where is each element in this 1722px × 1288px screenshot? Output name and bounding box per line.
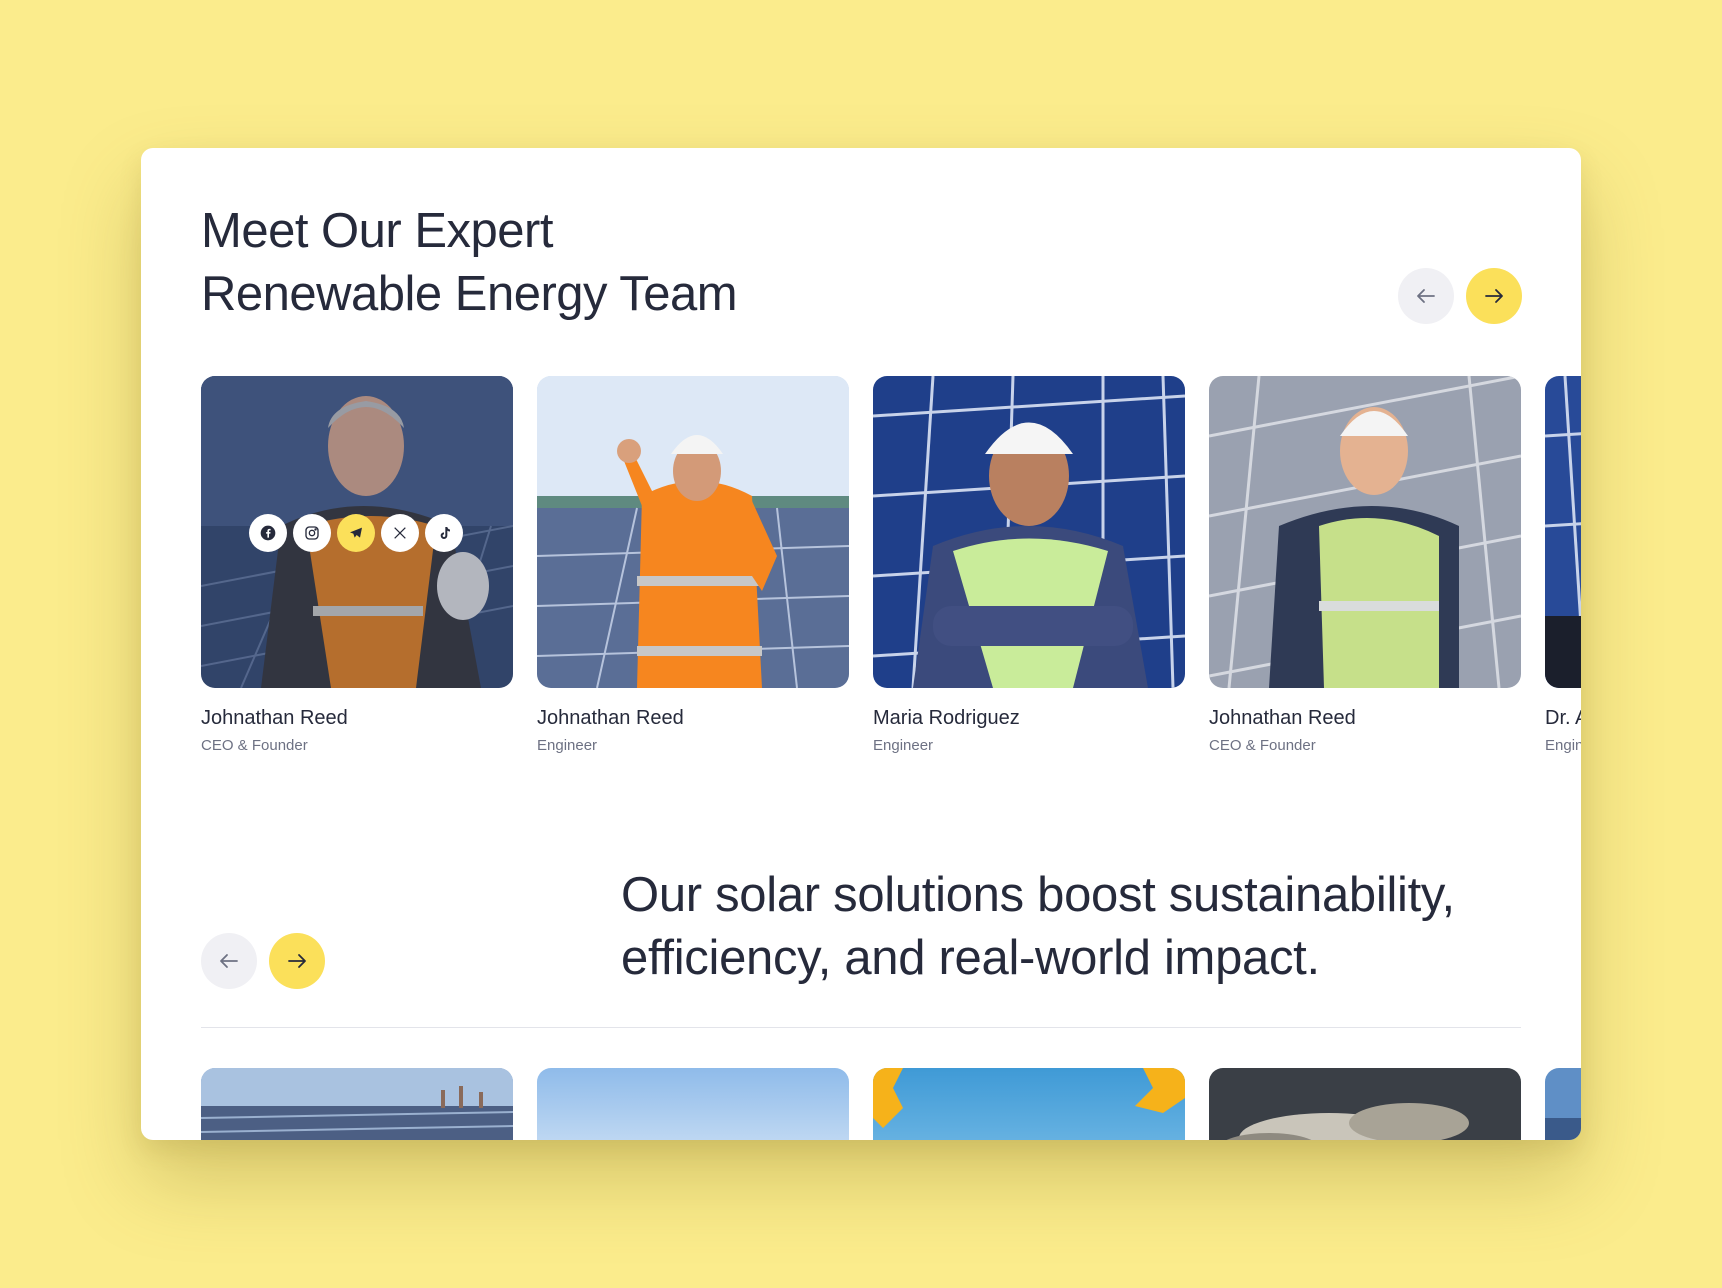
team-member-name: Johnathan Reed bbox=[537, 707, 684, 729]
telegram-link[interactable] bbox=[337, 514, 375, 552]
member-photo-image bbox=[873, 376, 1185, 688]
team-title-line-2: Renewable Energy Team bbox=[201, 267, 738, 321]
team-member-role: Engineer bbox=[537, 737, 598, 754]
team-member-role: CEO & Founder bbox=[201, 737, 308, 754]
facebook-icon bbox=[260, 525, 276, 541]
team-member-photo[interactable] bbox=[1545, 376, 1581, 688]
arrow-left-icon bbox=[1417, 289, 1435, 303]
instagram-link[interactable] bbox=[293, 514, 331, 552]
project-card[interactable] bbox=[1209, 1068, 1521, 1140]
team-member-name: Johnathan Reed bbox=[201, 707, 348, 729]
team-member-card[interactable]: Johnathan Reed Engineer bbox=[537, 376, 849, 756]
instagram-icon bbox=[305, 526, 319, 540]
facebook-link[interactable] bbox=[249, 514, 287, 552]
team-member-photo[interactable] bbox=[873, 376, 1185, 688]
tiktok-icon bbox=[440, 527, 450, 539]
projects-prev-button[interactable] bbox=[201, 933, 257, 989]
team-member-photo[interactable] bbox=[537, 376, 849, 688]
project-card[interactable] bbox=[201, 1068, 513, 1140]
x-icon bbox=[394, 527, 406, 539]
team-member-name: Maria Rodriguez bbox=[873, 707, 1020, 729]
social-links bbox=[249, 514, 463, 552]
team-member-name: Johnathan Reed bbox=[1209, 707, 1356, 729]
team-member-role: Engineer bbox=[1545, 737, 1581, 754]
team-member-name: Dr. A bbox=[1545, 707, 1581, 729]
team-section-card: Meet Our Expert Renewable Energy Team Jo… bbox=[141, 148, 1581, 1140]
projects-next-button[interactable] bbox=[269, 933, 325, 989]
team-title-line-1: Meet Our Expert bbox=[201, 204, 553, 258]
project-image bbox=[201, 1068, 513, 1140]
tiktok-link[interactable] bbox=[425, 514, 463, 552]
project-image bbox=[537, 1068, 849, 1140]
x-link[interactable] bbox=[381, 514, 419, 552]
project-card[interactable] bbox=[537, 1068, 849, 1140]
team-section-title: Meet Our Expert Renewable Energy Team bbox=[201, 200, 738, 326]
section-divider bbox=[201, 1027, 1521, 1028]
telegram-icon bbox=[350, 527, 362, 538]
team-member-photo[interactable] bbox=[1209, 376, 1521, 688]
team-next-button[interactable] bbox=[1466, 268, 1522, 324]
projects-headline: Our solar solutions boost sustainability… bbox=[621, 864, 1455, 990]
project-image bbox=[1545, 1068, 1581, 1140]
project-image bbox=[1209, 1068, 1521, 1140]
team-member-photo[interactable] bbox=[201, 376, 513, 688]
projects-headline-line-1: Our solar solutions boost sustainability… bbox=[621, 868, 1455, 922]
project-image bbox=[873, 1068, 1185, 1140]
projects-headline-line-2: efficiency, and real-world impact. bbox=[621, 931, 1320, 985]
team-member-card[interactable]: Johnathan Reed CEO & Founder bbox=[1209, 376, 1521, 756]
team-member-card[interactable]: Maria Rodriguez Engineer bbox=[873, 376, 1185, 756]
team-member-card[interactable]: Johnathan Reed CEO & Founder bbox=[201, 376, 513, 756]
arrow-right-icon bbox=[1485, 289, 1503, 303]
member-photo-image bbox=[1545, 376, 1581, 688]
project-card[interactable] bbox=[873, 1068, 1185, 1140]
member-photo-image bbox=[1209, 376, 1521, 688]
team-prev-button[interactable] bbox=[1398, 268, 1454, 324]
team-member-role: Engineer bbox=[873, 737, 934, 754]
team-member-role: CEO & Founder bbox=[1209, 737, 1316, 754]
member-photo-image bbox=[537, 376, 849, 688]
arrow-right-icon bbox=[288, 954, 306, 968]
arrow-left-icon bbox=[220, 954, 238, 968]
project-card[interactable] bbox=[1545, 1068, 1581, 1140]
team-member-card[interactable]: Dr. A Engineer bbox=[1545, 376, 1581, 756]
